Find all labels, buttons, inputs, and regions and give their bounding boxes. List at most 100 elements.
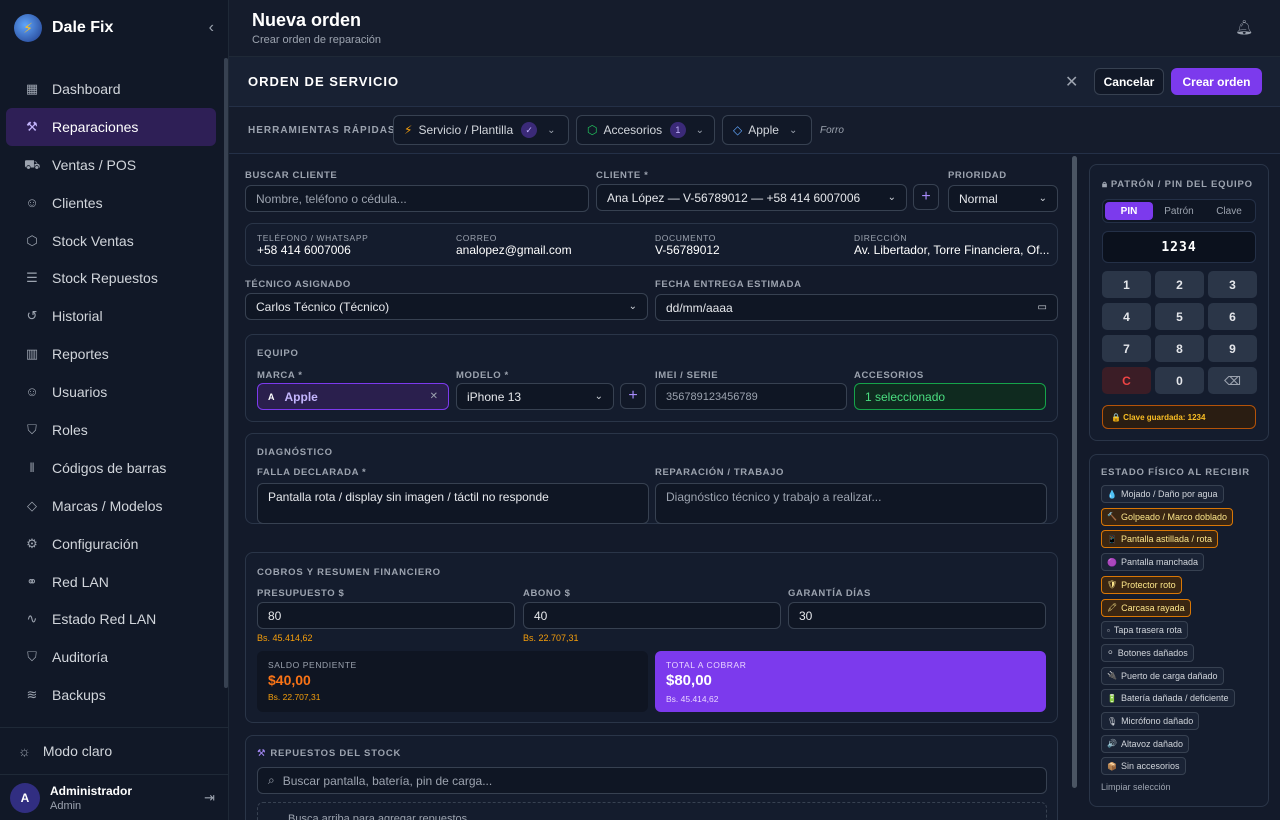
condition-icon: 🔌: [1107, 671, 1117, 681]
search-client-input[interactable]: Nombre, teléfono o cédula...: [245, 185, 589, 212]
sidebar-item-stock-repuestos[interactable]: ☰ Stock Repuestos: [6, 259, 216, 297]
check-badge: ✓: [521, 122, 538, 138]
tab-password[interactable]: Clave: [1205, 202, 1253, 220]
accessories-input[interactable]: 1 seleccionado: [854, 383, 1046, 410]
physical-state-tag[interactable]: ▫ Tapa trasera rota: [1101, 621, 1188, 640]
imei-input[interactable]: 356789123456789: [655, 383, 847, 410]
user-name: Administrador: [50, 783, 133, 798]
activity-icon: ∿: [26, 611, 38, 627]
create-order-button[interactable]: Crear orden: [1171, 68, 1262, 95]
budget-input[interactable]: 80: [257, 602, 515, 629]
collapse-sidebar-icon[interactable]: ‹: [209, 19, 214, 37]
total-label: TOTAL A COBRAR: [666, 660, 747, 670]
forro-label[interactable]: Forro: [820, 125, 844, 136]
sidebar-item-marcas-modelos[interactable]: ◇ Marcas / Modelos: [6, 487, 216, 525]
physical-state-label: Sin accesorios: [1120, 761, 1180, 772]
client-info-card: TELÉFONO / WHATSAPP +58 414 6007006 CORR…: [245, 223, 1058, 266]
condition-icon: ⚪: [1107, 648, 1114, 658]
backspace-key[interactable]: ⌫: [1208, 367, 1257, 394]
parts-search-input[interactable]: ⌕ Buscar pantalla, batería, pin de carga…: [257, 767, 1047, 794]
physical-state-tag[interactable]: 🔌 Puerto de carga dañado: [1101, 666, 1224, 685]
physical-state-tag[interactable]: 📦 Sin accesorios: [1101, 757, 1186, 776]
priority-select[interactable]: Normal ⌄: [948, 185, 1058, 212]
sidebar-scrollbar[interactable]: [224, 58, 228, 688]
quick-tools-bar: HERRAMIENTAS RÁPIDAS: ⚡ Servicio / Plant…: [229, 107, 1280, 154]
pin-title: 🔒︎ PATRÓN / PIN DEL EQUIPO: [1102, 179, 1253, 190]
sidebar-item-reparaciones[interactable]: ⚒ Reparaciones: [6, 107, 216, 146]
key-7[interactable]: 7: [1102, 335, 1151, 362]
sidebar-item-label: Ventas / POS: [52, 156, 137, 173]
pin-display: 1234: [1102, 231, 1256, 263]
physical-state-tag[interactable]: 📱 Pantalla astillada / rota: [1101, 530, 1219, 549]
key-3[interactable]: 3: [1208, 271, 1257, 298]
key-0[interactable]: 0: [1155, 367, 1204, 394]
warranty-input[interactable]: 30: [788, 602, 1046, 629]
equipment-card: EQUIPO MARCA * A Apple ✕ MODELO * iPhone…: [245, 334, 1058, 422]
cancel-button[interactable]: Cancelar: [1094, 68, 1164, 95]
key-6[interactable]: 6: [1208, 303, 1257, 330]
key-8[interactable]: 8: [1155, 335, 1204, 362]
sidebar-item-codigos-de-barras[interactable]: ‖ Códigos de barras: [6, 449, 216, 487]
physical-state-label: Mojado / Daño por agua: [1120, 489, 1218, 499]
sidebar-item-backups[interactable]: ≋ Backups: [6, 676, 216, 714]
sidebar-item-label: Red LAN: [52, 573, 109, 590]
key-1[interactable]: 1: [1102, 271, 1151, 298]
sidebar-item-label: Stock Ventas: [52, 232, 134, 249]
key-4[interactable]: 4: [1102, 303, 1151, 330]
clear-key[interactable]: C: [1102, 367, 1151, 394]
physical-state-tag[interactable]: 🎙 Micrófono dañado: [1101, 712, 1200, 730]
tab-pin[interactable]: PIN: [1105, 202, 1153, 220]
tech-select[interactable]: Carlos Técnico (Técnico) ⌄: [245, 293, 648, 320]
sidebar-item-red-lan[interactable]: ⚭ Red LAN: [6, 563, 216, 601]
physical-state-tag[interactable]: 🔊 Altavoz dañado: [1101, 734, 1190, 753]
brand-dropdown[interactable]: ◇ Apple ⌄: [722, 115, 812, 145]
sidebar-item-dashboard[interactable]: ▦ Dashboard: [6, 70, 216, 108]
repair-textarea[interactable]: Diagnóstico técnico y trabajo a realizar…: [655, 483, 1047, 524]
key-5[interactable]: 5: [1155, 303, 1204, 330]
sidebar-item-reportes[interactable]: ▥ Reportes: [6, 335, 216, 373]
tag-icon: ◇: [27, 497, 37, 513]
physical-state-tag[interactable]: 🟣 Pantalla manchada: [1101, 553, 1205, 572]
sidebar-item-historial[interactable]: ↺ Historial: [6, 297, 216, 335]
delivery-date-input[interactable]: dd/mm/aaaa ▭: [655, 294, 1058, 321]
clear-icon[interactable]: ✕: [430, 391, 438, 402]
total-bs: Bs. 45.414,62: [666, 694, 719, 704]
condition-icon: 🔊: [1107, 739, 1117, 749]
key-2[interactable]: 2: [1155, 271, 1204, 298]
fault-textarea[interactable]: Pantalla rota / display sin imagen / tác…: [257, 483, 649, 524]
sidebar-item-auditoria[interactable]: ⛉ Auditoría: [6, 638, 216, 676]
physical-state-tag[interactable]: 🔋 Batería dañada / deficiente: [1101, 689, 1235, 708]
sidebar-item-ventas-pos[interactable]: ⛟ Ventas / POS: [6, 146, 216, 184]
brand-select[interactable]: A Apple ✕: [257, 383, 449, 410]
bell-icon[interactable]: 🔔︎: [1235, 19, 1253, 36]
tab-pattern[interactable]: Patrón: [1155, 202, 1203, 220]
calendar-icon[interactable]: ▭: [1038, 302, 1047, 313]
sidebar-item-stock-ventas[interactable]: ⬡ Stock Ventas: [6, 222, 216, 260]
close-icon[interactable]: ✕: [1065, 72, 1078, 92]
physical-state-tag[interactable]: ⚪ Botones dañados: [1101, 643, 1194, 662]
sidebar-item-roles[interactable]: ⛉ Roles: [6, 411, 216, 449]
client-select[interactable]: Ana López — V-56789012 — +58 414 6007006…: [596, 184, 907, 211]
document-label: DOCUMENTO: [655, 233, 716, 243]
model-select[interactable]: iPhone 13 ⌄: [456, 383, 614, 410]
sidebar-item-configuracion[interactable]: ⚙ Configuración: [6, 525, 216, 563]
theme-toggle-button[interactable]: ☼ Modo claro: [0, 727, 229, 773]
key-9[interactable]: 9: [1208, 335, 1257, 362]
add-model-button[interactable]: +: [620, 383, 646, 409]
add-client-button[interactable]: +: [913, 184, 939, 210]
cart-icon: ⛟: [24, 156, 41, 172]
physical-state-tag[interactable]: 🔨 Golpeado / Marco doblado: [1101, 507, 1234, 526]
deposit-input[interactable]: 40: [523, 602, 781, 629]
clear-selection-link[interactable]: Limpiar selección: [1101, 782, 1171, 792]
sidebar-item-usuarios[interactable]: ☺ Usuarios: [6, 373, 216, 411]
service-template-dropdown[interactable]: ⚡ Servicio / Plantilla ✓ ⌄: [393, 115, 569, 145]
accessories-dropdown[interactable]: ⬡ Accesorios 1 ⌄: [576, 115, 715, 145]
pin-card: 🔒︎ PATRÓN / PIN DEL EQUIPO PIN Patrón Cla…: [1089, 164, 1269, 441]
sidebar-item-estado-red-lan[interactable]: ∿ Estado Red LAN: [6, 600, 216, 638]
sidebar-item-clientes[interactable]: ☺ Clientes: [6, 184, 216, 222]
physical-state-tag[interactable]: 💧 Mojado / Daño por agua: [1101, 485, 1224, 503]
physical-state-tag[interactable]: 🛡 Protector roto: [1101, 575, 1182, 594]
logout-icon[interactable]: ⇥: [204, 790, 215, 806]
physical-state-tag[interactable]: 🖍 Carcasa rayada: [1101, 598, 1191, 617]
page-header: Nueva orden Crear orden de reparación 🔔︎: [229, 0, 1280, 57]
